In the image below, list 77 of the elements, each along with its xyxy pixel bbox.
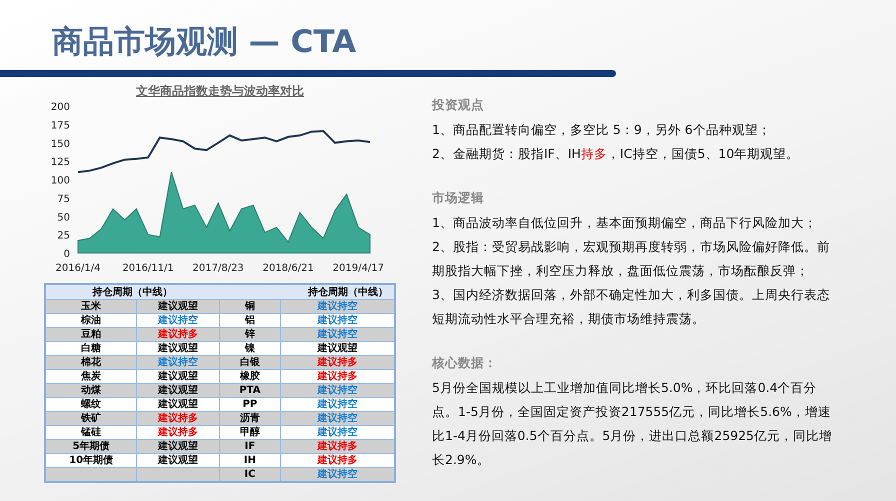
- table-cell: 建议持空: [280, 300, 395, 314]
- table-cell: 铝: [219, 314, 280, 328]
- table-cell: 铁矿: [45, 412, 137, 426]
- paragraph: 2、股指：受贸易战影响，宏观预期再度转弱，市场风险偏好降低。前期股指大幅下挫，利空压力释放，盘面低位震荡，市场酝酿反弹；: [432, 238, 831, 280]
- table-cell: 建议持空: [280, 468, 395, 482]
- table-cell: 建议持空: [280, 384, 395, 398]
- y-tick-label: 50: [57, 212, 70, 224]
- table-cell: 锰硅: [45, 426, 137, 440]
- table-cell: 10年期债: [45, 454, 137, 468]
- table-cell: 棕油: [45, 314, 137, 328]
- section-heading: 投资观点: [432, 97, 485, 114]
- slide-title: 商品市场观测 — CTA: [52, 23, 358, 62]
- x-tick-label: 2016/11/1: [122, 263, 174, 274]
- paragraph: 1、商品波动率自低位回升，基本面预期偏空，商品下行风险加大；: [432, 214, 818, 232]
- y-tick-label: 75: [57, 194, 70, 205]
- table-cell: 建议持多: [280, 440, 395, 454]
- table-cell: 建议持空: [280, 412, 395, 426]
- table-cell: IF: [219, 440, 280, 454]
- table-cell: 建议持多: [280, 370, 395, 384]
- table-cell: 焦炭: [45, 370, 137, 384]
- table-cell: 白糖: [45, 342, 137, 356]
- table-cell: 建议观望: [136, 300, 220, 314]
- table-header: 持仓周期（中线）: [45, 284, 220, 300]
- table-cell: 动煤: [45, 384, 137, 398]
- table-header: 持仓周期（中线）: [219, 284, 395, 300]
- table-cell: 甲醇: [219, 426, 280, 440]
- y-tick-label: 125: [50, 157, 70, 168]
- y-tick-label: 100: [50, 176, 70, 186]
- paragraph: 2、金融期货：股指IF、IH持多，IC持空，国债5、10年期观望。: [432, 145, 800, 163]
- table-cell: 建议持空: [136, 314, 220, 328]
- table-cell: IH: [219, 454, 280, 468]
- table-cell: PP: [219, 398, 280, 412]
- table-cell: 建议观望: [136, 370, 220, 384]
- paragraph: 3、国内经济数据回落，外部不确定性加大，利多国债。上周央行表态短期流动性水平合理充裕，期债市场维持震荡。: [432, 286, 831, 328]
- table-cell: 螺纹: [45, 398, 137, 412]
- table-cell: 建议持多: [136, 328, 220, 342]
- table-cell: 建议观望: [136, 440, 220, 454]
- table-cell: 建议持多: [136, 426, 220, 440]
- y-tick-label: 0: [64, 249, 70, 260]
- y-tick-label: 25: [57, 230, 70, 242]
- table-cell: 沥青: [219, 412, 280, 426]
- table-cell: 橡胶: [219, 370, 280, 384]
- section-heading: 市场逻辑: [432, 190, 485, 207]
- table-cell: 建议持空: [280, 328, 395, 342]
- table-cell: 建议观望: [280, 342, 395, 356]
- table-cell: 玉米: [45, 300, 137, 314]
- table-cell: 建议观望: [136, 342, 220, 356]
- table-cell: 锌: [219, 328, 280, 342]
- paragraph: 5月份全国规模以上工业增加值同比增长5.0%，环比回落0.4个百分点。1-5月份，全国固定资产投资217555亿元，同比增长5.6%，增速比1-4月份回落0.5个百分点。5月份，进出口总额25925亿元，同比增长2.9%。: [432, 379, 834, 469]
- table-cell: 建议持空: [280, 426, 395, 440]
- table-cell: PTA: [219, 384, 280, 398]
- table-cell: 建议观望: [136, 454, 220, 468]
- y-tick-label: 175: [50, 120, 70, 132]
- table-cell: 铜: [219, 300, 280, 314]
- table-cell: 建议持多: [280, 454, 395, 468]
- y-tick-label: 200: [50, 102, 70, 113]
- table-cell: 建议持空: [136, 356, 220, 370]
- paragraph: 1、商品配置转向偏空，多空比 5：9，另外 6个品种观望；: [432, 121, 772, 139]
- chart-title: 文华商品指数走势与波动率对比: [135, 83, 305, 100]
- table-cell: 5年期债: [45, 440, 137, 454]
- x-tick-label: 2019/4/17: [332, 263, 384, 274]
- y-tick-label: 150: [50, 138, 70, 150]
- table-cell: 建议持多: [280, 356, 395, 370]
- section-heading: 核心数据：: [432, 355, 498, 372]
- table-cell: 建议观望: [136, 398, 220, 412]
- x-tick-label: 2016/1/4: [56, 263, 100, 274]
- table-cell: IC: [219, 468, 280, 482]
- table-cell: 建议持空: [280, 314, 395, 328]
- table-cell: 建议持空: [280, 398, 395, 412]
- table-cell: 豆粕: [45, 328, 137, 342]
- table-cell: 建议持多: [136, 412, 220, 426]
- x-tick-label: 2018/6/21: [262, 263, 314, 274]
- table-cell: 棉花: [45, 356, 137, 370]
- table-cell: 镍: [219, 342, 280, 356]
- table-cell: 建议观望: [136, 384, 220, 398]
- table-cell: 白银: [219, 356, 280, 370]
- x-tick-label: 2017/8/23: [192, 263, 244, 274]
